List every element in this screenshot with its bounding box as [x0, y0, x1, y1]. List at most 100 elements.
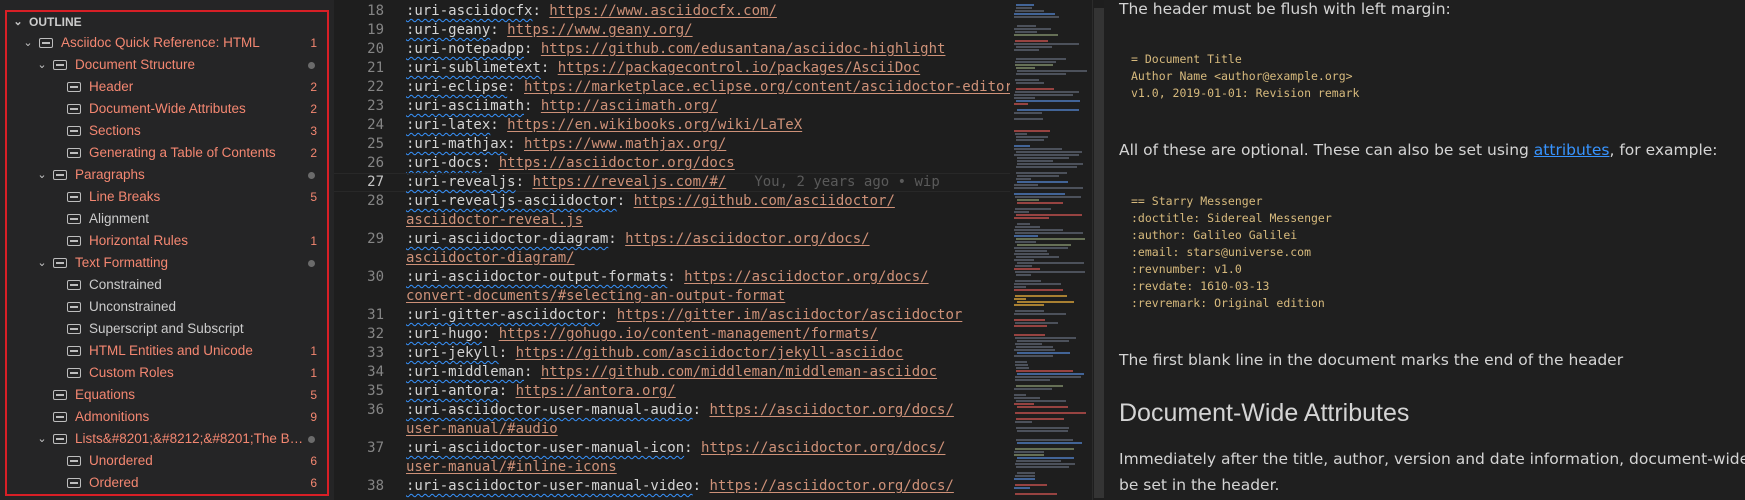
- code-line[interactable]: 25:uri-mathjax: https://www.mathjax.org/: [334, 135, 1010, 154]
- outline-item[interactable]: Generating a Table of Contents 2: [7, 142, 327, 164]
- url-link[interactable]: https://asciidoctor.org/docs/: [625, 231, 869, 247]
- chevron-down-icon[interactable]: ⌄: [21, 36, 35, 50]
- url-link[interactable]: convert-documents/#selecting-an-output-f…: [406, 288, 785, 304]
- minimap-line: [1017, 163, 1083, 165]
- url-link[interactable]: https://asciidoctor.org/docs: [499, 155, 735, 171]
- code-line[interactable]: 26:uri-docs: https://asciidoctor.org/doc…: [334, 154, 1010, 173]
- attribute-name: :uri-geany: [406, 22, 491, 38]
- chevron-down-icon[interactable]: ⌄: [35, 58, 49, 72]
- url-link[interactable]: https://gitter.im/asciidoctor/asciidocto…: [617, 307, 963, 323]
- url-link[interactable]: https://asciidoctor.org/docs/: [701, 440, 945, 456]
- code-line[interactable]: 22:uri-eclipse: https://marketplace.ecli…: [334, 78, 1010, 97]
- attribute-name: :uri-revealjs: [406, 174, 516, 190]
- chevron-down-icon[interactable]: ⌄: [35, 168, 49, 182]
- outline-item[interactable]: ⌄ Lists&#8201;&#8212;&#8201;The Ba...: [7, 428, 327, 450]
- url-link[interactable]: https://www.geany.org/: [507, 22, 692, 38]
- code-line[interactable]: user-manual/#audio: [334, 420, 1010, 439]
- line-number: 38: [367, 478, 384, 494]
- code-line[interactable]: 21:uri-sublimetext: https://packagecontr…: [334, 59, 1010, 78]
- minimap-line: [1017, 223, 1030, 225]
- outline-item[interactable]: Superscript and Subscript: [7, 318, 327, 340]
- url-link[interactable]: https://github.com/edusantana/asciidoc-h…: [541, 41, 946, 57]
- scrollbar-thumb[interactable]: [1094, 8, 1104, 498]
- code-line[interactable]: user-manual/#inline-icons: [334, 458, 1010, 477]
- code-line[interactable]: 35:uri-antora: https://antora.org/: [334, 382, 1010, 401]
- attribute-name: :uri-revealjs-asciidoctor: [406, 193, 617, 209]
- code-line[interactable]: 24:uri-latex: https://en.wikibooks.org/w…: [334, 116, 1010, 135]
- outline-item-label: Document Structure: [75, 57, 196, 72]
- code-line[interactable]: convert-documents/#selecting-an-output-f…: [334, 287, 1010, 306]
- outline-item[interactable]: Sections 3: [7, 120, 327, 142]
- code-line[interactable]: 27:uri-revealjs: https://revealjs.com/#/…: [334, 173, 1010, 192]
- symbol-string-icon: [67, 214, 81, 224]
- outline-item[interactable]: ⌄ Asciidoc Quick Reference: HTML 1: [7, 32, 327, 54]
- outline-item[interactable]: ⌄ Document Structure: [7, 54, 327, 76]
- outline-item[interactable]: Line Breaks 5: [7, 186, 327, 208]
- outline-item[interactable]: Ordered 6: [7, 472, 327, 494]
- url-link[interactable]: https://www.mathjax.org/: [524, 136, 726, 152]
- code-line[interactable]: 36:uri-asciidoctor-user-manual-audio: ht…: [334, 401, 1010, 420]
- url-link[interactable]: https://github.com/asciidoctor/jekyll-as…: [516, 345, 904, 361]
- code-line[interactable]: 18:uri-asciidocfx: https://www.asciidocf…: [334, 2, 1010, 21]
- outline-item[interactable]: Header 2: [7, 76, 327, 98]
- outline-item[interactable]: Custom Roles 1: [7, 362, 327, 384]
- url-link[interactable]: https://www.asciidocfx.com/: [549, 3, 777, 19]
- minimap[interactable]: [1010, 0, 1092, 500]
- outline-item[interactable]: Unconstrained: [7, 296, 327, 318]
- preview-paragraph-optional: All of these are optional. These can als…: [1119, 137, 1718, 163]
- url-link[interactable]: https://asciidoctor.org/docs/: [684, 269, 928, 285]
- attributes-link[interactable]: attributes: [1534, 141, 1610, 159]
- code-text: asciidoctor-diagram/: [406, 249, 575, 268]
- url-link[interactable]: user-manual/#audio: [406, 421, 558, 437]
- outline-item[interactable]: Horizontal Rules 1: [7, 230, 327, 252]
- code-line[interactable]: 34:uri-middleman: https://github.com/mid…: [334, 363, 1010, 382]
- code-line[interactable]: 20:uri-notepadpp: https://github.com/edu…: [334, 40, 1010, 59]
- url-link[interactable]: https://asciidoctor.org/docs/: [709, 402, 953, 418]
- code-line[interactable]: 28:uri-revealjs-asciidoctor: https://git…: [334, 192, 1010, 211]
- url-link[interactable]: https://github.com/asciidoctor/: [634, 193, 895, 209]
- url-link[interactable]: https://github.com/middleman/middleman-a…: [541, 364, 937, 380]
- url-link[interactable]: https://asciidoctor.org/docs/: [709, 478, 953, 494]
- minimap-line: [1017, 25, 1036, 27]
- chevron-down-icon[interactable]: ⌄: [35, 432, 49, 446]
- outline-item[interactable]: Equations 5: [7, 384, 327, 406]
- code-line[interactable]: asciidoctor-diagram/: [334, 249, 1010, 268]
- code-line[interactable]: 31:uri-gitter-asciidoctor: https://gitte…: [334, 306, 1010, 325]
- code-line[interactable]: 33:uri-jekyll: https://github.com/asciid…: [334, 344, 1010, 363]
- outline-item[interactable]: ⌄ Text Formatting: [7, 252, 327, 274]
- code-editor[interactable]: 18:uri-asciidocfx: https://www.asciidocf…: [334, 0, 1010, 500]
- outline-item[interactable]: Alignment: [7, 208, 327, 230]
- code-line[interactable]: 30:uri-asciidoctor-output-formats: https…: [334, 268, 1010, 287]
- url-link[interactable]: https://gohugo.io/content-management/for…: [499, 326, 878, 342]
- code-line[interactable]: 23:uri-asciimath: http://asciimath.org/: [334, 97, 1010, 116]
- line-number: 21: [367, 60, 384, 76]
- outline-item[interactable]: Document-Wide Attributes 2: [7, 98, 327, 120]
- url-link[interactable]: https://revealjs.com/#/: [532, 174, 726, 190]
- code-line[interactable]: 19:uri-geany: https://www.geany.org/: [334, 21, 1010, 40]
- url-link[interactable]: https://en.wikibooks.org/wiki/LaTeX: [507, 117, 802, 133]
- url-link[interactable]: user-manual/#inline-icons: [406, 459, 617, 475]
- url-link[interactable]: https://marketplace.eclipse.org/content/…: [524, 79, 1010, 95]
- symbol-string-icon: [53, 170, 67, 180]
- editor-scrollbar[interactable]: [1092, 0, 1104, 500]
- code-line[interactable]: 29:uri-asciidoctor-diagram: https://asci…: [334, 230, 1010, 249]
- code-line[interactable]: 32:uri-hugo: https://gohugo.io/content-m…: [334, 325, 1010, 344]
- attribute-name: :uri-asciidocfx: [406, 3, 533, 19]
- outline-header[interactable]: ⌄ OUTLINE: [7, 12, 327, 32]
- outline-item[interactable]: Unordered 6: [7, 450, 327, 472]
- url-link[interactable]: asciidoctor-reveal.js: [406, 212, 583, 228]
- code-line[interactable]: 38:uri-asciidoctor-user-manual-video: ht…: [334, 477, 1010, 496]
- chevron-down-icon[interactable]: ⌄: [35, 256, 49, 270]
- outline-item-label: Lists&#8201;&#8212;&#8201;The Ba...: [75, 431, 305, 446]
- url-link[interactable]: asciidoctor-diagram/: [406, 250, 575, 266]
- outline-item[interactable]: Admonitions 9: [7, 406, 327, 428]
- outline-item[interactable]: HTML Entities and Unicode 1: [7, 340, 327, 362]
- code-line[interactable]: 37:uri-asciidoctor-user-manual-icon: htt…: [334, 439, 1010, 458]
- outline-item[interactable]: Constrained: [7, 274, 327, 296]
- code-line[interactable]: asciidoctor-reveal.js: [334, 211, 1010, 230]
- outline-item[interactable]: ⌄ Paragraphs: [7, 164, 327, 186]
- url-link[interactable]: http://asciimath.org/: [541, 98, 718, 114]
- problem-count-badge: 2: [310, 80, 317, 94]
- url-link[interactable]: https://antora.org/: [516, 383, 676, 399]
- url-link[interactable]: https://packagecontrol.io/packages/Ascii…: [558, 60, 920, 76]
